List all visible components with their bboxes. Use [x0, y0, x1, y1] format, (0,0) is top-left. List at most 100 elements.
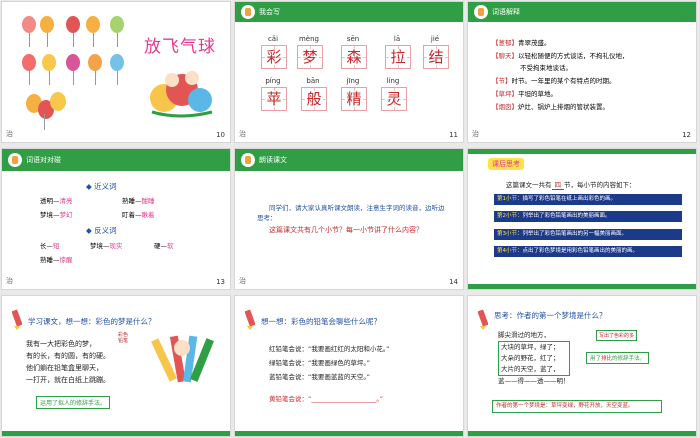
slide-thumbnail-17[interactable]: 想一想：彩色的铅笔会聊些什么呢？ 红铅笔会说：“我要画红红的太阳和小花。” 绿铅… — [234, 295, 464, 437]
header-label: 朗读课文 — [259, 156, 287, 164]
definition-line: 【节】时节。一年里的某个有特点的时期。 — [492, 77, 616, 85]
badge: 课后思考 — [488, 158, 524, 170]
question-text: 这篇课文共有几个小节？每一小节讲了什么内容？ — [269, 226, 423, 234]
slide-number: 10 — [216, 131, 225, 139]
pinyin-label: sēn — [346, 35, 360, 43]
section-row: 第4小节：点出了彩色梦境是用彩色铅笔画出的美丽的画。 — [494, 246, 682, 257]
slide-number: 17 — [449, 425, 458, 433]
definition-line: 【烟囱】炉灶、锅炉上排烟的管状装置。 — [492, 103, 609, 111]
slide-footer-bar — [468, 284, 696, 289]
section-row: 第3小节：列举出了彩色铅笔画出的另一幅美丽画面。 — [494, 229, 682, 240]
dialogue-line: 绿铅笔会说：“我要画绿色的草坪。” — [269, 359, 370, 367]
character-box: 苹 — [261, 87, 287, 111]
character-box: 结 — [423, 45, 449, 69]
slide-thumbnail-16[interactable]: 学习课文，想一想：彩色的梦是什么？ 我有一大把彩色的梦， 有的长，有的圆，有的硬… — [1, 295, 231, 437]
character-box: 灵 — [381, 87, 407, 111]
character-box: 森 — [341, 45, 367, 69]
poem-line: 大朵的野花，红了； — [501, 354, 560, 362]
slide-header: 我会写 — [235, 2, 463, 22]
pencil-icon — [12, 309, 22, 330]
slide-thumbnail-11[interactable]: 我会写 cǎi mèng sēn lā jié 彩 梦 森 拉 结 píng b… — [234, 1, 464, 143]
word-pair: 硬—软 — [154, 242, 174, 250]
word-pair: 梦境—梦幻 — [40, 211, 73, 219]
header-label: 词语对对碰 — [26, 156, 61, 164]
poem-line: 有的长，有的圆，有的硬。 — [26, 352, 110, 360]
slide-header: 词语对对碰 — [2, 149, 230, 171]
slide-header: 朗读课文 — [235, 149, 463, 171]
slide-header: 词语解释 — [468, 2, 696, 22]
poem-stanza: 我有一大把彩色的梦， 有的长，有的圆，有的硬。 他们躺在铅笔盒里聊天， 一打开，… — [26, 338, 110, 386]
rhetoric-note: 用了排比的修辞手法。 — [586, 352, 650, 364]
dialogue-line: 蓝铅笔会说：“我要画蓝蓝的天空。” — [269, 373, 370, 381]
intro-text: 这篇课文一共有四节，每小节的内容如下： — [506, 181, 636, 190]
pinyin-label: lā — [393, 35, 401, 43]
word-pair: 梦境—现实 — [90, 242, 123, 250]
character-box: 般 — [301, 87, 327, 111]
pencils-illustration — [151, 335, 214, 383]
side-note: 写出了色彩的多 — [596, 330, 638, 341]
slide-footer-bar — [468, 431, 696, 436]
pinyin-label: cǎi — [267, 35, 279, 43]
slide-number: 15 — [682, 278, 691, 286]
side-label: 彩色铅笔 — [118, 332, 129, 344]
speaker-icon — [241, 153, 255, 167]
slide-thumbnail-15[interactable]: 课后思考 这篇课文一共有四节，每小节的内容如下： 第1小节：描写了彩色铅笔在纸上… — [467, 148, 697, 290]
slide-number: 14 — [449, 278, 458, 286]
slide-header — [468, 149, 696, 154]
children-balloon-illustration — [150, 71, 213, 118]
word-pair: 盯着—瞅着 — [122, 211, 155, 219]
slide-thumbnail-18[interactable]: 思考：作者的第一个梦境是什么？ 脚尖滑过的地方， 大块的草坪，绿了； 大朵的野花… — [467, 295, 697, 437]
slide-title: 放飞气球 — [144, 37, 216, 57]
poem-line: 蓝——得——透——明！ — [498, 377, 570, 385]
slide-number: 11 — [449, 131, 458, 139]
character-box: 彩 — [261, 45, 287, 69]
poem-line: 脚尖滑过的地方， — [498, 331, 550, 339]
pinyin-label: bān — [306, 77, 320, 85]
character-box: 梦 — [297, 45, 323, 69]
slide-thumbnail-13[interactable]: 词语对对碰 ◆ 近义词 透明—清亮 熟睡—酣睡 梦境—梦幻 盯着—瞅着 ◆ 反义… — [1, 148, 231, 290]
character-box: 拉 — [385, 45, 411, 69]
poem-line: 他们躺在铅笔盒里聊天， — [26, 364, 103, 372]
slide-number: 16 — [216, 425, 225, 433]
slide-marker: 治 — [6, 130, 13, 138]
answer-box: 作者的第一个梦境是：草坪变绿，野花开放，天空变蓝。 — [492, 400, 662, 413]
book-icon — [474, 5, 488, 19]
word-pair: 熟睡—惊醒 — [40, 256, 73, 264]
slide-marker: 治 — [239, 277, 246, 285]
slide-number: 18 — [682, 425, 691, 433]
poem-stanza: 脚尖滑过的地方， 大块的草坪，绿了； 大朵的野花，红了； 大片的天空，蓝了， 蓝… — [498, 330, 570, 387]
pinyin-label: jīng — [346, 77, 360, 85]
slide-marker: 治 — [472, 424, 479, 432]
slide-thumbnail-14[interactable]: 朗读课文 同学们，请大家认真听课文朗读，注意生字词的读音，边听边思考： 这篇课文… — [234, 148, 464, 290]
slide-marker: 治 — [472, 277, 479, 285]
definition-line: 【草坪】平坦的草地。 — [492, 90, 557, 98]
poem-line: 我有一大把彩色的梦， — [26, 340, 96, 348]
slide-marker: 治 — [6, 277, 13, 285]
slide-thumbnail-12[interactable]: 词语解释 【葱郁】青翠茂盛。 【聊天】以轻松随便的方式谈话，不拘礼仪地， 不受拘… — [467, 1, 697, 143]
header-label: 词语解释 — [492, 8, 520, 16]
slide-number: 13 — [216, 278, 225, 286]
pencil-icon — [241, 5, 255, 19]
section-row: 第1小节：描写了彩色铅笔在纸上画出彩色的画。 — [494, 194, 682, 205]
definition-line: 【聊天】以轻松随便的方式谈话，不拘礼仪地， — [492, 52, 629, 60]
question-heading: 学习课文，想一想：彩色的梦是什么？ — [28, 317, 156, 326]
fill-in-blank: 黄铅笔会说：“____________________。” — [269, 395, 383, 403]
section-row: 第2小节：列举出了彩色铅笔画出的美丽画面。 — [494, 211, 682, 222]
slide-marker: 治 — [239, 130, 246, 138]
pinyin-label: líng — [386, 77, 400, 85]
poem-line: 大片的天空，蓝了， — [501, 365, 560, 373]
word-pair: 长—短 — [40, 242, 60, 250]
synonym-heading: ◆ 近义词 — [86, 182, 117, 191]
slide-number: 12 — [682, 131, 691, 139]
word-pair: 透明—清亮 — [40, 197, 73, 205]
instruction-text: 同学们，请大家认真听课文朗读，注意生字词的读音，边听边思考： — [257, 204, 445, 222]
pinyin-label: mèng — [298, 35, 319, 43]
slide-footer-bar — [2, 431, 230, 436]
poem-line: 一打开，就在白纸上跳蹦。 — [26, 376, 110, 384]
definition-line: 不受拘束地谈话。 — [520, 64, 572, 72]
dialogue-block: 红铅笔会说：“我要画红红的太阳和小花。” 绿铅笔会说：“我要画绿色的草坪。” 蓝… — [269, 342, 390, 384]
header-label: 我会写 — [259, 8, 280, 16]
parallel-lines-box: 大块的草坪，绿了； 大朵的野花，红了； 大片的天空，蓝了， — [498, 341, 570, 376]
pinyin-label: jié — [430, 35, 440, 43]
slide-thumbnail-10[interactable]: 放飞气球 治 10 — [1, 1, 231, 143]
